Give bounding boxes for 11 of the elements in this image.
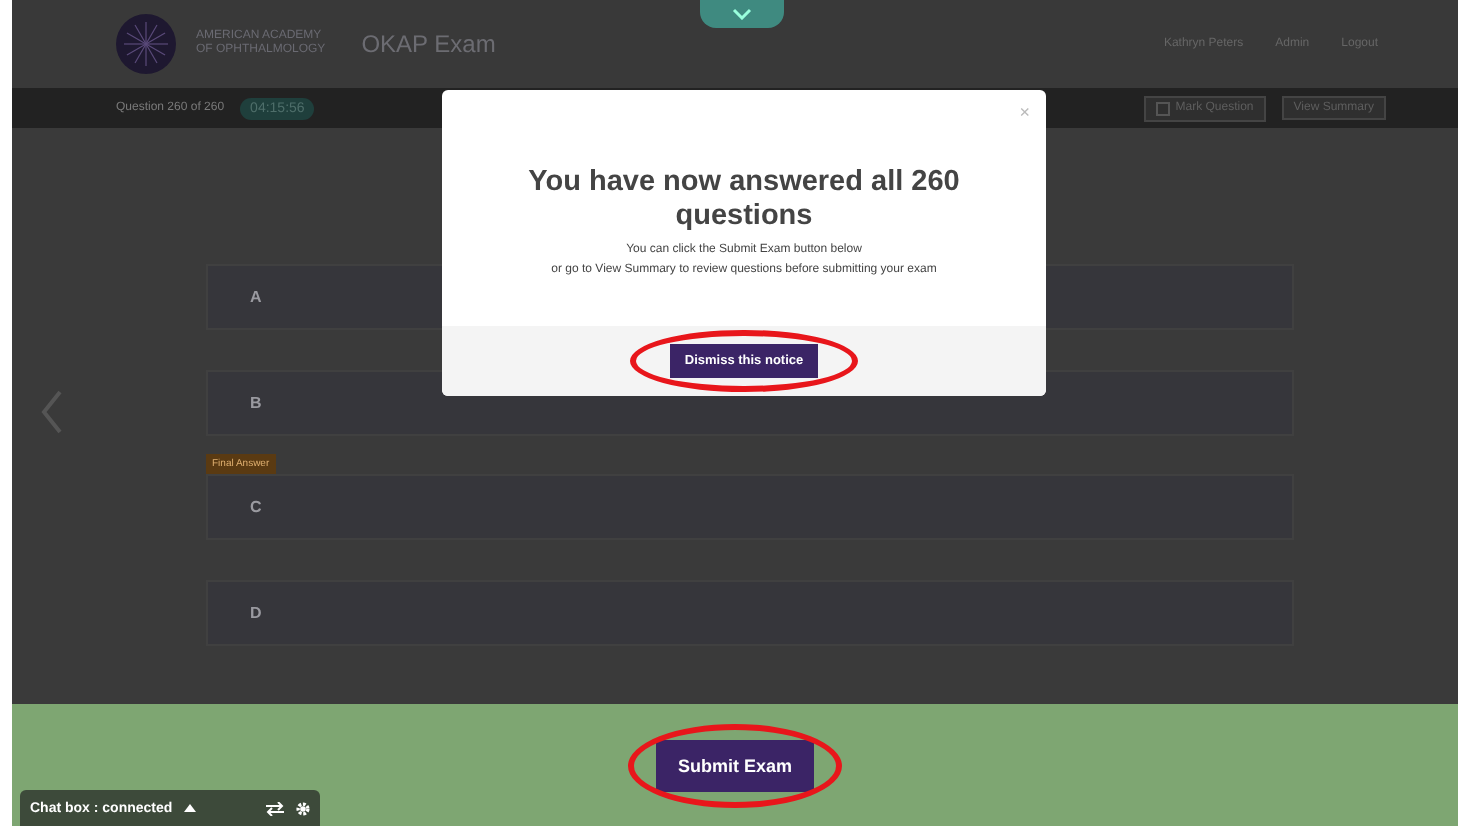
submit-exam-button[interactable]: Submit Exam: [655, 739, 814, 791]
answer-option[interactable]: D: [206, 580, 1294, 646]
swap-arrows-icon[interactable]: [266, 801, 284, 815]
collapse-tab[interactable]: [700, 0, 784, 28]
chevron-down-icon: [732, 8, 752, 20]
dialog-title: You have now answered all 260 questions: [526, 166, 962, 234]
app-title: OKAP Exam: [361, 30, 496, 58]
caret-up-icon: [184, 804, 197, 812]
logo-icon: [116, 14, 176, 74]
settings-icon[interactable]: [296, 801, 310, 815]
answer-option[interactable]: C: [206, 474, 1294, 540]
